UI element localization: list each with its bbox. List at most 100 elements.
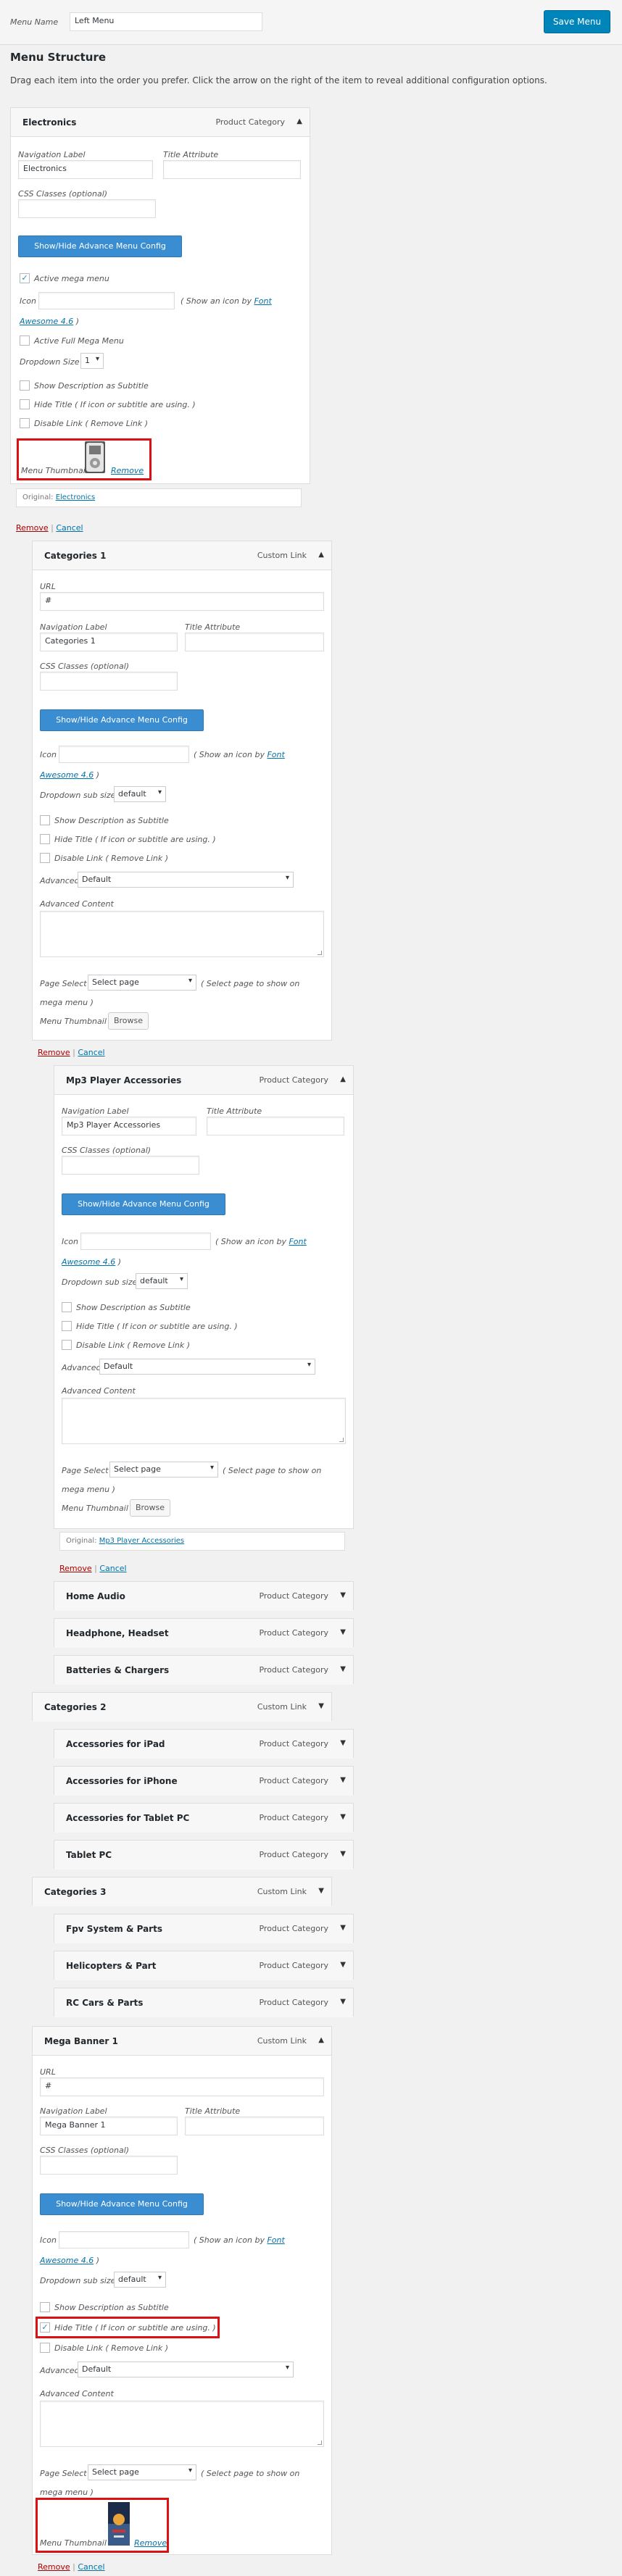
expand-arrow-icon[interactable]: ▼ [340,1665,346,1673]
item-header[interactable]: Tablet PC Product Category ▼ [54,1841,353,1870]
advanced-select[interactable]: Default ▾ [78,872,294,888]
title-attr-input[interactable] [185,2117,324,2135]
css-classes-input[interactable] [40,2156,178,2175]
disable-link-checkbox[interactable] [40,853,50,863]
disable-link-checkbox[interactable] [40,2343,50,2353]
font-awesome-link[interactable]: Font [267,2235,284,2245]
expand-arrow-icon[interactable]: ▼ [340,1739,346,1747]
icon-input[interactable] [59,2231,189,2248]
menu-item-closed[interactable]: RC Cars & Parts Product Category ▼ [54,1988,354,2017]
font-awesome-link[interactable]: Font [289,1237,306,1246]
show-hide-config-button[interactable]: Show/Hide Advance Menu Config [40,2193,204,2215]
hide-title-checkbox[interactable] [40,834,50,844]
menu-item-closed[interactable]: Accessories for Tablet PC Product Catego… [54,1803,354,1833]
menu-item-closed[interactable]: Categories 3 Custom Link ▼ [32,1877,332,1906]
css-classes-input[interactable] [40,672,178,691]
awesome-version-link[interactable]: Awesome 4.6 [20,317,73,326]
nav-label-input[interactable]: Electronics [18,160,153,179]
thumbnail-remove-link[interactable]: Remove [134,2538,167,2548]
item-header[interactable]: Helicopters & Part Product Category ▼ [54,1951,353,1980]
item-header[interactable]: Electronics Product Category ▲ [11,108,310,137]
remove-link[interactable]: Remove [38,2562,70,2572]
dropdown-size-select[interactable]: 1 ▾ [80,353,104,369]
menu-item-closed[interactable]: Headphone, Headset Product Category ▼ [54,1618,354,1648]
hide-title-checkbox[interactable]: ✓ [40,2322,50,2333]
menu-name-input[interactable]: Left Menu [70,12,262,31]
active-full-mega-checkbox[interactable] [20,335,30,346]
menu-item-closed[interactable]: Categories 2 Custom Link ▼ [32,1692,332,1722]
show-desc-checkbox[interactable] [20,380,30,391]
show-hide-config-button[interactable]: Show/Hide Advance Menu Config [62,1193,225,1215]
icon-input[interactable] [59,746,189,763]
collapse-arrow-icon[interactable]: ▲ [318,551,324,559]
show-desc-checkbox[interactable] [40,2302,50,2312]
dropdown-sub-size-select[interactable]: default ▾ [114,2272,166,2288]
menu-item-closed[interactable]: Fpv System & Parts Product Category ▼ [54,1914,354,1943]
expand-arrow-icon[interactable]: ▼ [318,1702,324,1710]
dropdown-sub-size-select[interactable]: default ▾ [114,786,166,802]
item-header[interactable]: Fpv System & Parts Product Category ▼ [54,1914,353,1943]
disable-link-checkbox[interactable] [20,418,30,428]
remove-link[interactable]: Remove [59,1564,92,1573]
show-hide-config-button[interactable]: Show/Hide Advance Menu Config [40,709,204,731]
menu-item-closed[interactable]: Accessories for iPhone Product Category … [54,1766,354,1796]
expand-arrow-icon[interactable]: ▼ [340,1591,346,1599]
item-header[interactable]: Headphone, Headset Product Category ▼ [54,1619,353,1648]
url-input[interactable]: # [40,2077,324,2096]
font-awesome-link[interactable]: Font [267,750,284,759]
item-header[interactable]: Batteries & Chargers Product Category ▼ [54,1656,353,1685]
thumbnail-remove-link[interactable]: Remove [111,466,144,475]
font-awesome-link[interactable]: Font [254,296,271,306]
page-select[interactable]: Select page ▾ [109,1462,218,1477]
item-header[interactable]: Accessories for iPhone Product Category … [54,1767,353,1796]
expand-arrow-icon[interactable]: ▼ [340,1628,346,1636]
expand-arrow-icon[interactable]: ▼ [340,1850,346,1858]
title-attr-input[interactable] [207,1117,344,1135]
cancel-link[interactable]: Cancel [56,523,83,533]
original-link-electronics[interactable]: Electronics [56,493,96,501]
expand-arrow-icon[interactable]: ▼ [340,1998,346,2006]
expand-arrow-icon[interactable]: ▼ [340,1961,346,1969]
hide-title-checkbox[interactable] [62,1321,72,1331]
page-select[interactable]: Select page ▾ [88,975,196,991]
item-header[interactable]: Categories 2 Custom Link ▼ [33,1693,331,1722]
dropdown-sub-size-select[interactable]: default ▾ [136,1273,188,1289]
menu-item-closed[interactable]: Home Audio Product Category ▼ [54,1581,354,1611]
save-menu-button[interactable]: Save Menu [544,10,610,33]
url-input[interactable]: # [40,592,324,611]
show-hide-config-button[interactable]: Show/Hide Advance Menu Config [18,235,182,257]
expand-arrow-icon[interactable]: ▼ [318,1887,324,1895]
browse-button[interactable]: Browse [130,1499,170,1517]
menu-item-closed[interactable]: Helicopters & Part Product Category ▼ [54,1951,354,1980]
item-header[interactable]: Categories 1 Custom Link ▲ [33,541,331,570]
advanced-content-textarea[interactable] [62,1398,346,1444]
expand-arrow-icon[interactable]: ▼ [340,1776,346,1784]
active-mega-checkbox[interactable]: ✓ [20,273,30,283]
menu-item-closed[interactable]: Tablet PC Product Category ▼ [54,1840,354,1870]
awesome-version-link[interactable]: Awesome 4.6 [40,770,94,780]
expand-arrow-icon[interactable]: ▼ [340,1813,346,1821]
advanced-select[interactable]: Default ▾ [99,1359,315,1375]
disable-link-checkbox[interactable] [62,1340,72,1350]
show-desc-checkbox[interactable] [40,815,50,825]
item-header[interactable]: RC Cars & Parts Product Category ▼ [54,1988,353,2017]
page-select[interactable]: Select page ▾ [88,2464,196,2480]
remove-link[interactable]: Remove [38,1048,70,1057]
collapse-arrow-icon[interactable]: ▲ [318,2036,324,2044]
item-header[interactable]: Mega Banner 1 Custom Link ▲ [33,2027,331,2056]
css-classes-input[interactable] [62,1156,199,1175]
item-header[interactable]: Accessories for iPad Product Category ▼ [54,1730,353,1759]
icon-input[interactable] [80,1233,211,1250]
advanced-select[interactable]: Default ▾ [78,2362,294,2377]
nav-label-input[interactable]: Mega Banner 1 [40,2117,178,2135]
advanced-content-textarea[interactable] [40,2401,324,2447]
show-desc-checkbox[interactable] [62,1302,72,1312]
awesome-version-link[interactable]: Awesome 4.6 [62,1257,115,1267]
menu-item-closed[interactable]: Batteries & Chargers Product Category ▼ [54,1655,354,1685]
title-attr-input[interactable] [163,160,301,179]
collapse-arrow-icon[interactable]: ▲ [340,1075,346,1083]
item-header[interactable]: Mp3 Player Accessories Product Category … [54,1066,353,1095]
advanced-content-textarea[interactable] [40,911,324,957]
hide-title-checkbox[interactable] [20,399,30,409]
browse-button[interactable]: Browse [108,1012,149,1030]
